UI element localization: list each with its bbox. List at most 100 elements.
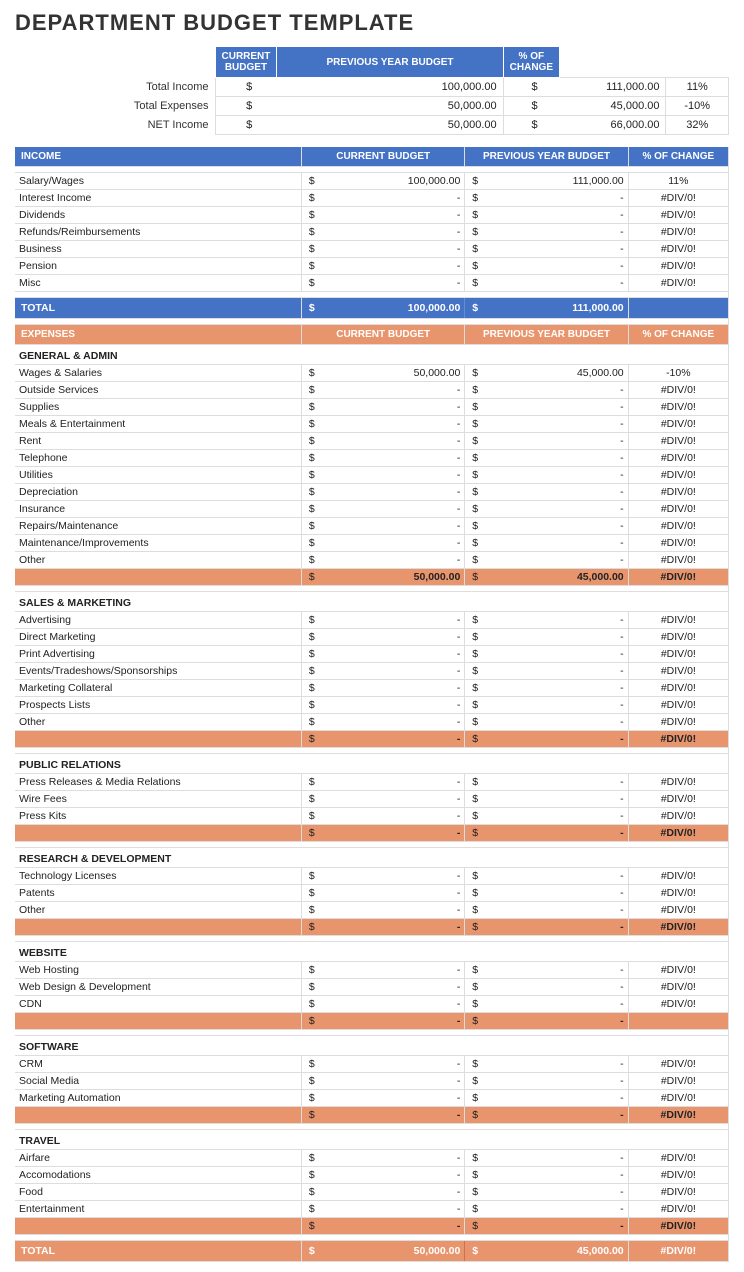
summary-dollar-previous: $: [503, 97, 559, 116]
change-value: #DIV/0!: [628, 1201, 728, 1218]
expenses-total-current: 50,000.00: [322, 1241, 465, 1262]
previous-value: -: [485, 1184, 628, 1201]
item-label: Business: [15, 241, 302, 258]
subtotal-current: -: [322, 1107, 465, 1124]
current-dollar: $: [302, 399, 322, 416]
current-dollar: $: [302, 646, 322, 663]
previous-dollar: $: [465, 663, 485, 680]
previous-value: -: [485, 663, 628, 680]
current-value: -: [322, 808, 465, 825]
subtotal-change: #DIV/0!: [628, 569, 728, 586]
subsection-header-label: PUBLIC RELATIONS: [15, 754, 729, 774]
previous-dollar: $: [465, 501, 485, 518]
previous-dollar: $: [465, 996, 485, 1013]
current-value: -: [322, 518, 465, 535]
current-dollar: $: [302, 275, 322, 292]
page-title: DEPARTMENT BUDGET TEMPLATE: [15, 10, 729, 36]
current-value: -: [322, 433, 465, 450]
data-row: Refunds/Reimbursements $ - $ - #DIV/0!: [15, 224, 729, 241]
subsection-header-row: GENERAL & ADMIN: [15, 345, 729, 365]
current-value: -: [322, 1150, 465, 1167]
summary-previous: 45,000.00: [559, 97, 666, 116]
data-row: Telephone $ - $ - #DIV/0!: [15, 450, 729, 467]
current-dollar: $: [302, 697, 322, 714]
previous-dollar: $: [465, 552, 485, 569]
item-label: Food: [15, 1184, 302, 1201]
subtotal-current: -: [322, 919, 465, 936]
item-label: Wire Fees: [15, 791, 302, 808]
subsection-header-row: SOFTWARE: [15, 1036, 729, 1056]
summary-header-change: % OF CHANGE: [503, 47, 559, 78]
expense-header-row: EXPENSES CURRENT BUDGET PREVIOUS YEAR BU…: [15, 325, 729, 345]
previous-value: -: [485, 902, 628, 919]
previous-value: -: [485, 1056, 628, 1073]
item-label: Depreciation: [15, 484, 302, 501]
item-label: Advertising: [15, 612, 302, 629]
summary-current: 50,000.00: [277, 116, 503, 135]
item-label: Press Releases & Media Relations: [15, 774, 302, 791]
subtotal-dollar-current: $: [302, 1107, 322, 1124]
summary-change: -10%: [666, 97, 729, 116]
previous-value: -: [485, 697, 628, 714]
previous-dollar: $: [465, 902, 485, 919]
previous-dollar: $: [465, 241, 485, 258]
previous-dollar: $: [465, 680, 485, 697]
subsection-header-label: WEBSITE: [15, 942, 729, 962]
current-value: -: [322, 646, 465, 663]
item-label: Accomodations: [15, 1167, 302, 1184]
current-dollar: $: [302, 365, 322, 382]
current-dollar: $: [302, 190, 322, 207]
data-row: CRM $ - $ - #DIV/0!: [15, 1056, 729, 1073]
current-dollar: $: [302, 629, 322, 646]
previous-dollar: $: [465, 646, 485, 663]
current-dollar: $: [302, 535, 322, 552]
previous-value: -: [485, 1090, 628, 1107]
expenses-total-previous: 45,000.00: [485, 1241, 628, 1262]
item-label: Web Design & Development: [15, 979, 302, 996]
previous-dollar: $: [465, 774, 485, 791]
data-row: Direct Marketing $ - $ - #DIV/0!: [15, 629, 729, 646]
change-value: #DIV/0!: [628, 518, 728, 535]
data-row: Marketing Collateral $ - $ - #DIV/0!: [15, 680, 729, 697]
income-total-label: TOTAL: [15, 298, 302, 319]
previous-dollar: $: [465, 791, 485, 808]
subtotal-row: $ - $ - #DIV/0!: [15, 1218, 729, 1235]
subtotal-current: -: [322, 825, 465, 842]
previous-dollar: $: [465, 1056, 485, 1073]
data-row: Web Design & Development $ - $ - #DIV/0!: [15, 979, 729, 996]
current-value: -: [322, 1056, 465, 1073]
change-value: #DIV/0!: [628, 433, 728, 450]
data-row: Food $ - $ - #DIV/0!: [15, 1184, 729, 1201]
current-dollar: $: [302, 996, 322, 1013]
subtotal-dollar-current: $: [302, 825, 322, 842]
data-row: Technology Licenses $ - $ - #DIV/0!: [15, 868, 729, 885]
previous-dollar: $: [465, 962, 485, 979]
subtotal-previous: -: [485, 731, 628, 748]
item-label: Marketing Automation: [15, 1090, 302, 1107]
item-label: Misc: [15, 275, 302, 292]
data-row: Interest Income $ - $ - #DIV/0!: [15, 190, 729, 207]
change-value: #DIV/0!: [628, 501, 728, 518]
subsection-header-label: TRAVEL: [15, 1130, 729, 1150]
previous-value: -: [485, 535, 628, 552]
data-row: Depreciation $ - $ - #DIV/0!: [15, 484, 729, 501]
data-row: Salary/Wages $ 100,000.00 $ 111,000.00 1…: [15, 173, 729, 190]
subtotal-row: $ - $ - #DIV/0!: [15, 731, 729, 748]
subtotal-dollar-current: $: [302, 569, 322, 586]
income-total-previous: 111,000.00: [485, 298, 628, 319]
current-value: -: [322, 629, 465, 646]
current-dollar: $: [302, 173, 322, 190]
current-value: -: [322, 258, 465, 275]
current-value: -: [322, 791, 465, 808]
current-dollar: $: [302, 1073, 322, 1090]
current-value: -: [322, 535, 465, 552]
current-value: -: [322, 868, 465, 885]
previous-dollar: $: [465, 979, 485, 996]
summary-change: 32%: [666, 116, 729, 135]
income-total-row: TOTAL $ 100,000.00 $ 111,000.00: [15, 298, 729, 319]
income-total-dollar-previous: $: [465, 298, 485, 319]
previous-dollar: $: [465, 399, 485, 416]
summary-table: CURRENT BUDGET PREVIOUS YEAR BUDGET % OF…: [15, 46, 729, 135]
current-dollar: $: [302, 1201, 322, 1218]
change-value: #DIV/0!: [628, 399, 728, 416]
